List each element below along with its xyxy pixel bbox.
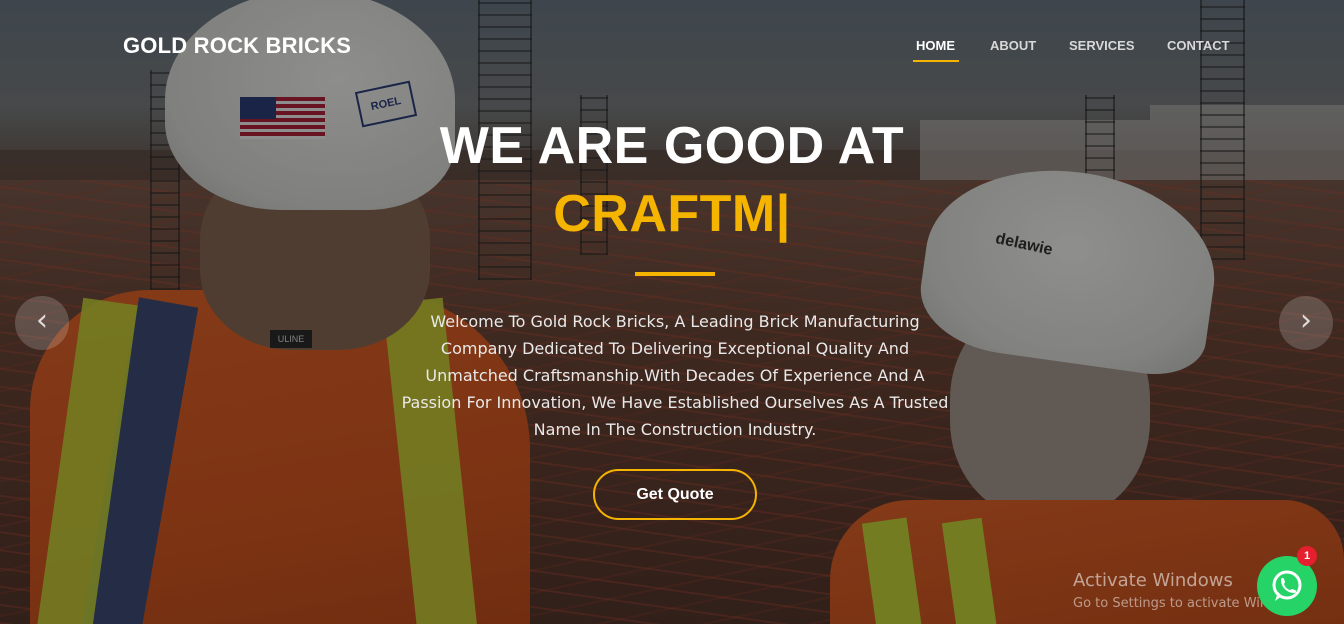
chevron-left-icon: ‹ [36,303,48,338]
nav-active-indicator [913,60,959,62]
activate-windows-title: Activate Windows [1073,570,1233,591]
get-quote-button[interactable]: Get Quote [593,469,757,520]
headline-divider [635,272,715,276]
brand-logo[interactable]: GOLD ROCK BRICKS [123,33,351,59]
chevron-right-icon: › [1300,303,1312,338]
carousel-prev-button[interactable]: ‹ [15,296,69,350]
nav-services[interactable]: SERVICES [1069,38,1135,53]
hero-typed-text: CRAFTM| [553,185,791,243]
notification-badge: 1 [1297,546,1317,566]
nav-home[interactable]: HOME [916,38,955,53]
nav-contact[interactable]: CONTACT [1167,38,1230,53]
hero-description: Welcome To Gold Rock Bricks, A Leading B… [401,312,949,439]
carousel-next-button[interactable]: › [1279,296,1333,350]
hero-headline: WE ARE GOOD AT [439,117,905,175]
whatsapp-icon [1272,570,1302,601]
nav-about[interactable]: ABOUT [990,38,1036,53]
